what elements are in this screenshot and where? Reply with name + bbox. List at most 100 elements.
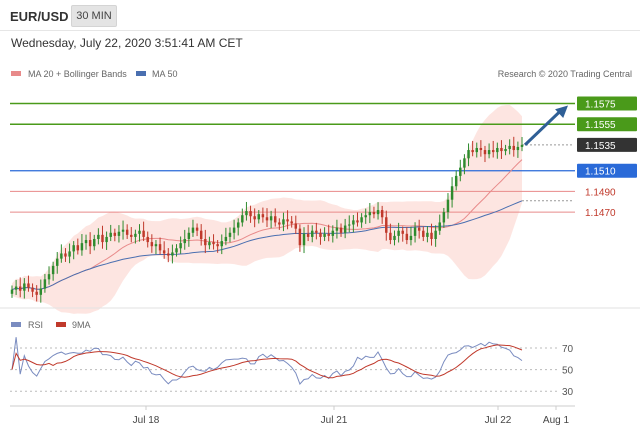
candle-body (467, 150, 470, 159)
rsi-tick-label: 70 (562, 344, 574, 355)
candle-body (150, 242, 154, 247)
candle-body (389, 232, 392, 241)
candle-body (261, 214, 265, 218)
level-label: 1.1470 (585, 208, 616, 219)
candle-body (109, 232, 112, 237)
candle-body (80, 243, 84, 251)
candle-body (249, 211, 252, 217)
level-label: 1.1490 (585, 187, 616, 198)
candle-body (47, 274, 51, 280)
candle-body (72, 245, 75, 252)
candle-body (479, 147, 483, 151)
rsi-ma-line (11, 344, 523, 379)
candle-body (380, 210, 384, 218)
candle-body (422, 230, 425, 237)
candle-body (500, 147, 503, 152)
candle-body (23, 283, 26, 291)
candle-body (253, 216, 256, 220)
candle-body (121, 229, 125, 232)
candle-body (315, 230, 318, 233)
candle-body (224, 236, 228, 242)
x-tick-label: Aug 1 (543, 415, 570, 426)
candle-body (508, 145, 511, 150)
candle-body (487, 150, 491, 155)
candle-body (14, 286, 18, 290)
candle-body (158, 244, 162, 251)
candle-body (278, 222, 281, 225)
candle-body (475, 147, 478, 153)
candle-body (483, 150, 487, 155)
candle-body (199, 230, 203, 239)
candle-body (339, 227, 343, 233)
candle-body (171, 252, 174, 256)
candle-body (228, 232, 232, 237)
candle-body (290, 221, 293, 224)
legend-ma50-swatch (136, 71, 146, 76)
candle-body (430, 232, 433, 239)
candle-body (183, 238, 186, 244)
candle-body (306, 233, 310, 237)
candle-body (195, 227, 199, 231)
candle-body (105, 236, 108, 243)
candle-body (348, 224, 351, 226)
candle-body (241, 215, 244, 223)
x-tick-label: Jul 21 (321, 415, 348, 426)
candle-body (401, 230, 404, 234)
legend-ma50-label: MA 50 (152, 69, 178, 79)
candle-body (343, 225, 347, 233)
candle-body (286, 219, 289, 222)
x-tick-label: Jul 22 (485, 415, 512, 426)
candle-body (459, 167, 462, 176)
candle-body (298, 228, 302, 246)
level-label: 1.1510 (585, 167, 616, 178)
candle-body (146, 236, 149, 243)
candle-body (385, 217, 388, 233)
legend-rsi-ma-label: 9MA (72, 320, 91, 330)
candle-body (311, 230, 314, 237)
x-tick-label: Jul 18 (133, 415, 160, 426)
candle-body (257, 214, 261, 220)
candle-body (442, 212, 446, 223)
candle-body (446, 199, 450, 213)
candle-body (212, 242, 215, 245)
candle-body (397, 230, 400, 236)
candle-body (364, 215, 367, 218)
candle-body (76, 245, 80, 251)
candle-body (393, 235, 396, 241)
candle-body (323, 233, 326, 237)
candle-body (117, 231, 121, 236)
candle-body (471, 150, 474, 153)
candle-body (512, 145, 516, 151)
candle-body (216, 244, 219, 247)
candle-body (327, 233, 330, 236)
candle-body (204, 238, 207, 246)
candle-body (191, 227, 195, 233)
candle-body (51, 265, 55, 275)
candle-body (438, 222, 441, 231)
legend-rsi-label: RSI (28, 320, 43, 330)
candle-body (294, 223, 298, 229)
legend-rsi-swatch (11, 322, 21, 327)
candle-body (236, 222, 240, 228)
candle-body (434, 230, 437, 239)
candle-body (232, 227, 236, 233)
candle-body (368, 212, 372, 216)
legend-ma20-label: MA 20 + Bollinger Bands (28, 69, 127, 79)
candle-body (372, 212, 376, 215)
candle-body (496, 147, 499, 153)
candle-body (167, 253, 170, 256)
candle-body (39, 288, 43, 295)
candle-body (162, 250, 166, 254)
candle-body (450, 186, 454, 200)
candle-body (31, 287, 34, 292)
candle-body (68, 251, 71, 257)
candle-body (35, 291, 38, 295)
candle-body (273, 216, 277, 223)
level-label: 1.1575 (585, 100, 616, 111)
candle-body (64, 253, 67, 257)
candle-body (360, 217, 363, 223)
level-label: 1.1555 (585, 120, 616, 131)
candle-body (282, 219, 285, 225)
candle-body (417, 227, 421, 231)
candle-body (463, 158, 466, 168)
